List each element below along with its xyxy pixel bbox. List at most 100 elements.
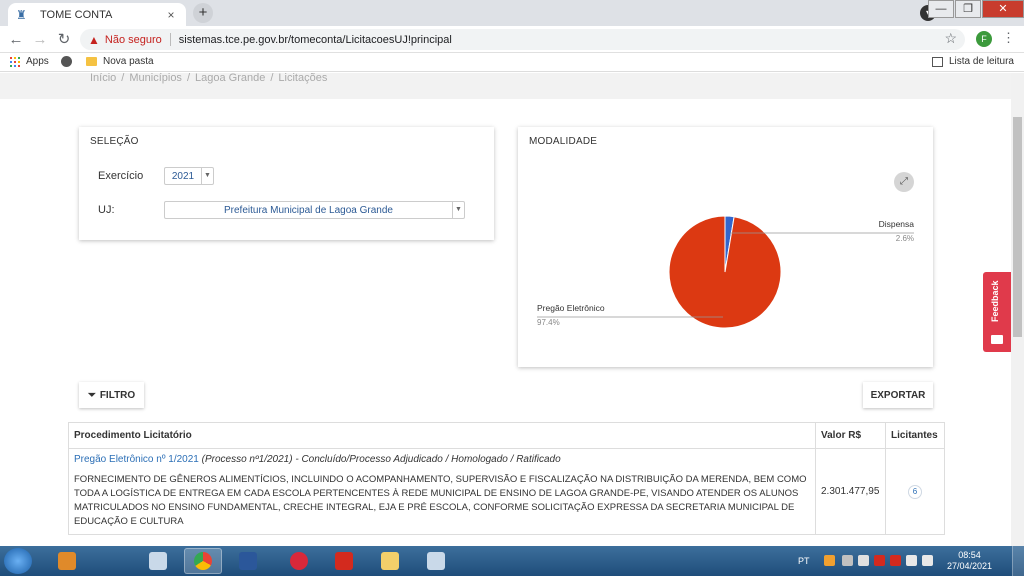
scrollbar-thumb[interactable]	[1013, 117, 1022, 337]
url-text[interactable]: sistemas.tce.pe.gov.br/tomeconta/Licitac…	[179, 34, 452, 46]
dispensa-percent: 2.6%	[896, 234, 914, 243]
globe-icon	[61, 56, 72, 67]
folder-icon	[86, 57, 97, 66]
tab-close-icon[interactable]: ×	[164, 8, 178, 22]
breadcrumb-licitacoes: Licitações	[278, 73, 328, 84]
paint-icon	[427, 552, 445, 570]
show-desktop-button[interactable]	[1012, 546, 1024, 576]
licitantes-cell: 6	[884, 448, 946, 535]
back-arrow-icon[interactable]: ←	[6, 30, 26, 50]
not-secure-label[interactable]: Não seguro	[105, 34, 162, 46]
page-scrollbar[interactable]	[1011, 73, 1024, 546]
exercicio-label: Exercício	[98, 170, 144, 182]
col-procedimento[interactable]: Procedimento Licitatório	[68, 422, 816, 449]
breadcrumb-inicio[interactable]: Início	[90, 73, 116, 84]
taskbar-media-player[interactable]	[48, 548, 86, 574]
breadcrumb-lagoa-grande[interactable]: Lagoa Grande	[195, 73, 265, 84]
new-tab-button[interactable]: +	[193, 3, 213, 23]
minimize-button[interactable]: —	[928, 0, 954, 18]
table-row: Pregão Eletrônico nº 1/2021 (Processo nº…	[68, 448, 946, 535]
tray-app-icon[interactable]	[842, 555, 853, 566]
exportar-button[interactable]: EXPORTAR	[863, 382, 933, 408]
bookmark-folder-label: Nova pasta	[103, 56, 154, 67]
bookmark-apps[interactable]: Apps	[10, 56, 49, 67]
profile-avatar[interactable]: F	[976, 31, 992, 47]
reading-list-icon	[931, 56, 943, 67]
network-icon[interactable]	[922, 555, 933, 566]
media-player-icon	[58, 552, 76, 570]
breadcrumb-bar: Início / Municípios / Lagoa Grande / Licitaçõe…	[0, 73, 1011, 99]
window-controls: — ❐ ✕	[927, 0, 1024, 18]
selecao-panel: SELEÇÃO Exercício 2021 ▼ UJ: Prefeitura …	[79, 127, 494, 240]
col-valor[interactable]: Valor R$	[815, 422, 886, 449]
bookmark-nova-pasta[interactable]: Nova pasta	[86, 56, 154, 67]
bookmarks-bar: Apps Nova pasta Lista de leitura	[0, 53, 1024, 72]
warning-icon: ▲	[88, 32, 100, 47]
volume-icon[interactable]	[858, 555, 869, 566]
browser-menu-icon[interactable]: ⋮	[1002, 30, 1015, 46]
taskbar-explorer[interactable]	[371, 548, 409, 574]
feedback-label: Feedback	[990, 280, 1000, 322]
windows-taskbar: PT 08:54 27/04/2021	[0, 546, 1024, 576]
bookmark-apps-label: Apps	[26, 56, 49, 67]
filtro-button[interactable]: ⏷ FILTRO	[79, 382, 144, 408]
forward-arrow-icon[interactable]: →	[30, 30, 50, 50]
taskbar-chrome[interactable]	[184, 548, 222, 574]
licitantes-badge[interactable]: 6	[907, 484, 922, 499]
reading-list-button[interactable]: Lista de leitura	[931, 56, 1014, 67]
close-window-button[interactable]: ✕	[982, 0, 1024, 18]
tray-app-icon[interactable]	[874, 555, 885, 566]
flag-icon[interactable]	[906, 555, 917, 566]
clock[interactable]: 08:54 27/04/2021	[947, 550, 992, 572]
system-tray: PT 08:54 27/04/2021	[794, 546, 1024, 576]
uj-value: Prefeitura Municipal de Lagoa Grande	[224, 204, 393, 216]
uj-label: UJ:	[98, 204, 115, 216]
procedimento-meta: (Processo nº1/2021) - Concluído/Processo…	[201, 454, 561, 465]
col-licitantes[interactable]: Licitantes	[884, 422, 946, 449]
omnibox-divider	[169, 33, 171, 46]
site-favicon-icon: ♜	[16, 7, 27, 22]
uj-select[interactable]: Prefeitura Municipal de Lagoa Grande ▼	[164, 201, 465, 219]
maximize-button[interactable]: ❐	[955, 0, 981, 18]
app-red-icon	[290, 552, 308, 570]
modalidade-pie-chart: Dispensa 2.6% Pregão Eletrônico 97.4%	[537, 215, 915, 329]
paint-icon	[149, 552, 167, 570]
feedback-envelope-icon	[991, 335, 1003, 344]
feedback-button[interactable]: Feedback	[983, 272, 1011, 352]
chevron-down-icon: ▼	[201, 168, 213, 184]
tab-title: TOME CONTA	[40, 8, 113, 21]
table-header-row: Procedimento Licitatório Valor R$ Licita…	[68, 422, 946, 449]
bookmark-globe[interactable]	[61, 56, 76, 67]
start-button[interactable]	[4, 548, 32, 574]
filtro-label: FILTRO	[99, 389, 136, 401]
tray-app-icon[interactable]	[824, 555, 835, 566]
url-omnibox[interactable]: ▲ Não seguro sistemas.tce.pe.gov.br/tome…	[80, 29, 965, 50]
browser-tab[interactable]: ♜ TOME CONTA ×	[8, 3, 186, 26]
procedimento-link[interactable]: Pregão Eletrônico nº 1/2021	[74, 454, 199, 465]
chevron-down-icon: ▼	[452, 202, 464, 218]
taskbar-acrobat[interactable]	[325, 548, 363, 574]
taskbar-app-red[interactable]	[280, 548, 318, 574]
valor-cell: 2.301.477,95	[815, 448, 886, 535]
breadcrumb: Início / Municípios / Lagoa Grande / Licitaçõe…	[90, 73, 328, 84]
pdf-icon[interactable]	[890, 555, 901, 566]
taskbar-paint-2[interactable]	[417, 548, 455, 574]
exportar-label: EXPORTAR	[870, 389, 926, 401]
clock-time: 08:54	[958, 550, 981, 560]
breadcrumb-municipios[interactable]: Municípios	[129, 73, 182, 84]
language-indicator[interactable]: PT	[798, 556, 810, 566]
browser-tab-bar: ♜ TOME CONTA × + ▾ — ❐ ✕	[0, 0, 1024, 26]
taskbar-word[interactable]	[229, 548, 267, 574]
exercicio-select[interactable]: 2021 ▼	[164, 167, 214, 185]
exercicio-value: 2021	[171, 170, 195, 182]
reload-icon[interactable]: ↻	[54, 30, 74, 50]
licitacoes-table: Procedimento Licitatório Valor R$ Licita…	[68, 422, 946, 535]
word-icon	[239, 552, 257, 570]
bookmark-star-icon[interactable]: ☆	[944, 30, 957, 47]
clock-date: 27/04/2021	[946, 561, 992, 571]
dispensa-label: Dispensa	[879, 219, 915, 229]
taskbar-paint[interactable]	[139, 548, 177, 574]
pregao-percent: 97.4%	[537, 318, 560, 327]
address-bar-row: ← → ↻ ▲ Não seguro sistemas.tce.pe.gov.b…	[0, 26, 1024, 53]
selecao-title: SELEÇÃO	[90, 136, 139, 147]
